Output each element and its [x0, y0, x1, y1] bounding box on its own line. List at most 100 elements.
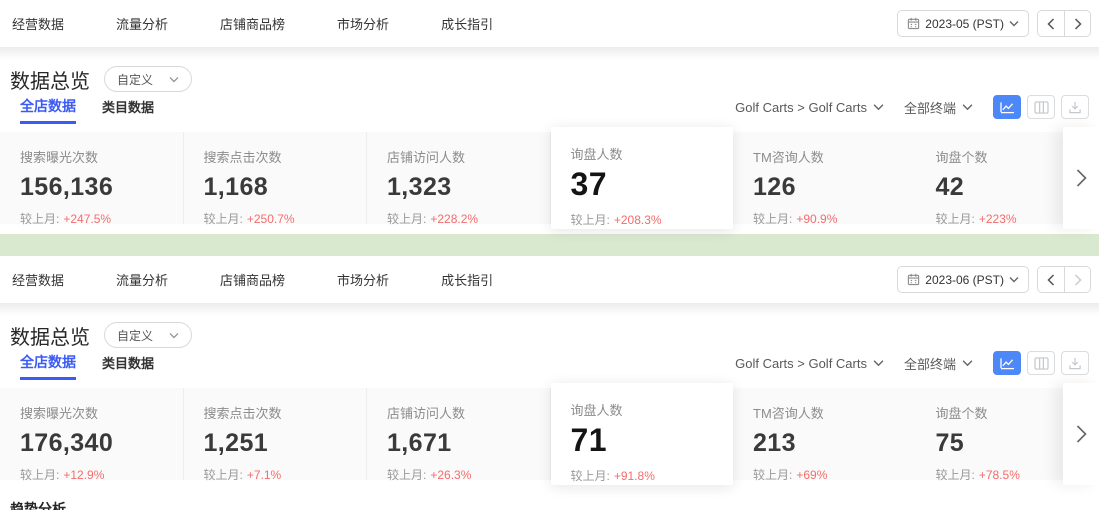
- chevron-right-icon: [1074, 18, 1082, 30]
- download-button[interactable]: [1061, 95, 1089, 119]
- compare-label: 较上月:: [753, 468, 792, 482]
- kpi-card-search-clicks[interactable]: 搜索点击次数 1,168 较上月:+250.7%: [184, 132, 368, 224]
- compare-label: 较上月:: [936, 212, 975, 226]
- tab-all-shop-data[interactable]: 全店数据: [20, 96, 76, 124]
- nav-tab-operating-data[interactable]: 经营数据: [12, 14, 64, 33]
- terminal-filter-dropdown[interactable]: 全部终端: [904, 354, 973, 373]
- column-view-button[interactable]: [1027, 351, 1055, 375]
- download-button[interactable]: [1061, 351, 1089, 375]
- data-tab-list: 全店数据 类目数据: [10, 352, 154, 380]
- kpi-value: 71: [571, 422, 734, 459]
- carousel-next-icon: [1076, 425, 1087, 443]
- line-chart-view-button[interactable]: [993, 95, 1021, 119]
- change-value: +247.5%: [63, 212, 111, 226]
- download-icon: [1068, 101, 1082, 114]
- compare-label: 较上月:: [571, 469, 610, 483]
- column-view-icon: [1034, 101, 1049, 114]
- kpi-card-tm-consult-people[interactable]: TM咨询人数 126 较上月:+90.9%: [733, 132, 916, 224]
- kpi-compare: 较上月:+12.9%: [20, 466, 183, 483]
- date-picker-value: 2023-06 (PST): [925, 273, 1004, 287]
- date-picker[interactable]: 2023-06 (PST): [897, 266, 1029, 293]
- next-month-button[interactable]: [1064, 267, 1090, 292]
- date-range-select[interactable]: 自定义: [104, 322, 192, 348]
- kpi-value: 1,671: [387, 429, 550, 458]
- green-section-divider: [0, 234, 1099, 256]
- compare-label: 较上月:: [387, 468, 426, 482]
- tab-category-data[interactable]: 类目数据: [102, 353, 154, 380]
- kpi-card-store-visitors[interactable]: 店铺访问人数 1,671 较上月: +26.3%: [367, 388, 551, 480]
- nav-tab-traffic-analysis[interactable]: 流量分析: [116, 14, 168, 33]
- terminal-filter-value: 全部终端: [904, 98, 956, 117]
- kpi-card-search-impressions[interactable]: 搜索曝光次数 156,136 较上月:+247.5%: [0, 132, 184, 224]
- kpi-label: 搜索点击次数: [204, 147, 367, 166]
- nav-tab-operating-data[interactable]: 经营数据: [12, 270, 64, 289]
- chevron-left-icon: [1047, 18, 1055, 30]
- change-value: +208.3%: [614, 213, 662, 227]
- calendar-icon: [907, 17, 920, 30]
- kpi-label: 询盘人数: [571, 144, 734, 163]
- prev-month-button[interactable]: [1038, 11, 1064, 36]
- nav-tab-market-analysis[interactable]: 市场分析: [337, 270, 389, 289]
- kpi-card-inquiry-people[interactable]: 询盘人数 37 较上月:+208.3%: [551, 127, 734, 229]
- kpi-label: 搜索曝光次数: [20, 147, 183, 166]
- nav-tab-market-analysis[interactable]: 市场分析: [337, 14, 389, 33]
- kpi-compare: 较上月: +26.3%: [387, 466, 550, 483]
- calendar-icon: [907, 273, 920, 286]
- category-filter-dropdown[interactable]: Golf Carts > Golf Carts: [735, 100, 884, 115]
- nav-tab-growth-guide[interactable]: 成长指引: [441, 14, 493, 33]
- date-range-select[interactable]: 自定义: [104, 66, 192, 92]
- compare-label: 较上月:: [20, 468, 59, 482]
- kpi-value: 1,323: [387, 173, 550, 202]
- data-tab-list: 全店数据 类目数据: [10, 96, 154, 124]
- kpi-label: 搜索曝光次数: [20, 403, 183, 422]
- kpi-card-search-clicks[interactable]: 搜索点击次数 1,251 较上月:+7.1%: [184, 388, 368, 480]
- kpi-card-tm-consult-people[interactable]: TM咨询人数 213 较上月:+69%: [733, 388, 916, 480]
- category-filter-dropdown[interactable]: Golf Carts > Golf Carts: [735, 356, 884, 371]
- column-view-button[interactable]: [1027, 95, 1055, 119]
- kpi-card-search-impressions[interactable]: 搜索曝光次数 176,340 较上月:+12.9%: [0, 388, 184, 480]
- chevron-down-icon: [962, 359, 973, 367]
- kpi-label: 店铺访问人数: [387, 403, 550, 422]
- nav-tab-shop-product-ranking[interactable]: 店铺商品榜: [220, 14, 285, 33]
- prev-month-button[interactable]: [1038, 267, 1064, 292]
- category-filter-value: Golf Carts > Golf Carts: [735, 100, 867, 115]
- compare-label: 较上月:: [387, 212, 426, 226]
- next-month-button[interactable]: [1064, 11, 1090, 36]
- kpi-value: 1,168: [204, 173, 367, 202]
- kpi-card-store-visitors[interactable]: 店铺访问人数 1,323 较上月:+228.2%: [367, 132, 551, 224]
- kpi-value: 156,136: [20, 173, 183, 202]
- page-title: 数据总览: [10, 321, 90, 350]
- card-carousel-next-button[interactable]: [1063, 127, 1099, 229]
- view-mode-buttons: [993, 95, 1089, 119]
- nav-tab-list: 经营数据 流量分析 店铺商品榜 市场分析 成长指引: [12, 14, 493, 33]
- kpi-label: 搜索点击次数: [204, 403, 367, 422]
- kpi-compare: 较上月:+69%: [753, 466, 916, 483]
- kpi-value: 37: [571, 166, 734, 203]
- nav-right-controls: 2023-06 (PST): [897, 266, 1091, 293]
- nav-tab-traffic-analysis[interactable]: 流量分析: [116, 270, 168, 289]
- kpi-compare: 较上月:+208.3%: [571, 211, 734, 228]
- overview-header: 数据总览 自定义: [0, 60, 1099, 94]
- kpi-compare: 较上月:+250.7%: [204, 210, 367, 227]
- panel-2023-06: 经营数据 流量分析 店铺商品榜 市场分析 成长指引 2023-06 (PST): [0, 256, 1099, 480]
- terminal-filter-dropdown[interactable]: 全部终端: [904, 98, 973, 117]
- change-value: +26.3%: [430, 468, 471, 482]
- data-tabs-row: 全店数据 类目数据 Golf Carts > Golf Carts 全部终端: [0, 94, 1099, 124]
- line-chart-view-button[interactable]: [993, 351, 1021, 375]
- kpi-value: 126: [753, 173, 916, 202]
- line-chart-icon: [1000, 101, 1015, 114]
- compare-label: 较上月:: [753, 212, 792, 226]
- kpi-card-row: 搜索曝光次数 176,340 较上月:+12.9% 搜索点击次数 1,251 较…: [0, 388, 1099, 480]
- tab-all-shop-data[interactable]: 全店数据: [20, 352, 76, 380]
- nav-tab-shop-product-ranking[interactable]: 店铺商品榜: [220, 270, 285, 289]
- change-value: +250.7%: [247, 212, 295, 226]
- kpi-value: 176,340: [20, 429, 183, 458]
- kpi-card-inquiry-people[interactable]: 询盘人数 71 较上月:+91.8%: [551, 383, 734, 485]
- nav-tab-growth-guide[interactable]: 成长指引: [441, 270, 493, 289]
- panel-2023-05: 经营数据 流量分析 店铺商品榜 市场分析 成长指引 2023-05 (PST): [0, 0, 1099, 224]
- tab-category-data[interactable]: 类目数据: [102, 97, 154, 124]
- nav-right-controls: 2023-05 (PST): [897, 10, 1091, 37]
- card-carousel-next-button[interactable]: [1063, 383, 1099, 485]
- date-picker[interactable]: 2023-05 (PST): [897, 10, 1029, 37]
- terminal-filter-value: 全部终端: [904, 354, 956, 373]
